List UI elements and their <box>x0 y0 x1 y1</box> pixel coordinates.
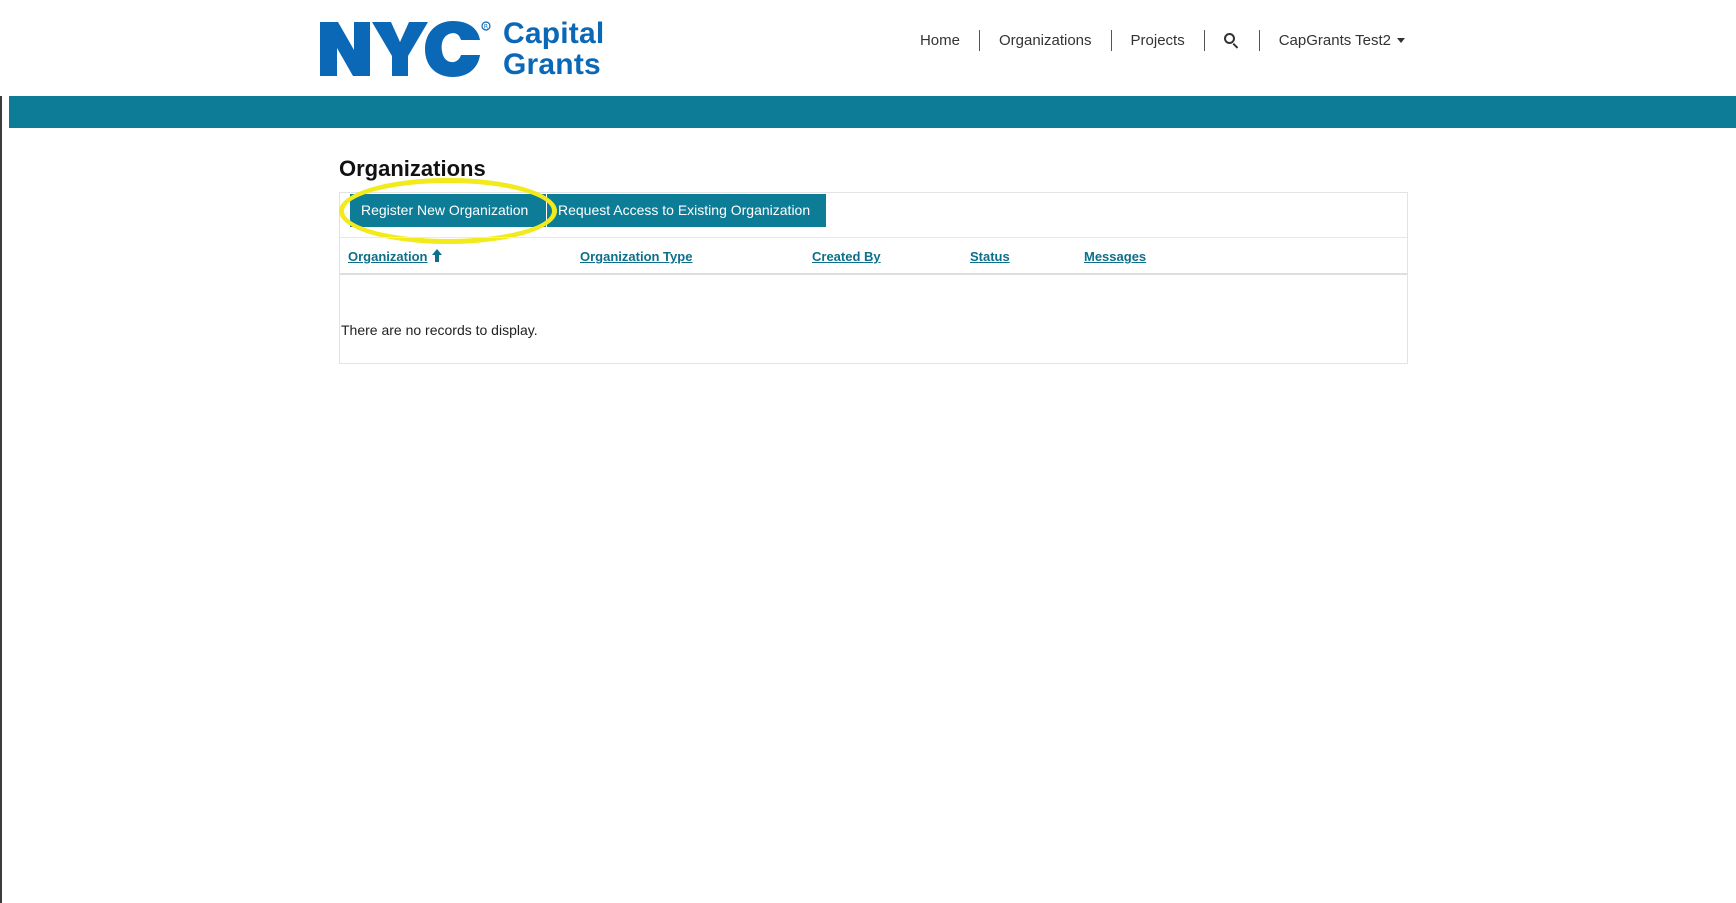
caret-down-icon <box>1397 38 1405 44</box>
register-new-organization-button[interactable]: Register New Organization <box>350 194 546 227</box>
brand-banner <box>9 96 1736 128</box>
page-title: Organizations <box>339 156 486 181</box>
window-frame <box>0 0 1736 903</box>
search-icon <box>1223 32 1240 49</box>
nav-search[interactable] <box>1205 31 1259 49</box>
site-header: R Capital Grants Home Organizations Proj… <box>0 0 1736 96</box>
nav-projects[interactable]: Projects <box>1112 32 1204 49</box>
svg-text:R: R <box>484 24 488 31</box>
main-nav: Home Organizations Projects CapGrants Te… <box>901 27 1424 53</box>
nav-home[interactable]: Home <box>901 32 979 49</box>
user-name: CapGrants Test2 <box>1278 31 1391 49</box>
nav-organizations[interactable]: Organizations <box>980 32 1111 49</box>
logo-line-capital: Capital <box>503 17 605 50</box>
column-header-organization-type[interactable]: Organization Type <box>580 249 692 264</box>
sort-ascending-icon <box>432 249 443 262</box>
request-access-button[interactable]: Request Access to Existing Organization <box>547 194 826 227</box>
user-menu[interactable]: CapGrants Test2 <box>1260 32 1424 49</box>
logo-wordmark: Capital Grants <box>503 18 604 80</box>
column-header-messages[interactable]: Messages <box>1084 249 1146 264</box>
logo-line-grants: Grants <box>503 48 601 81</box>
empty-table-message: There are no records to display. <box>341 322 538 338</box>
table-header: Organization Organization Type Created B… <box>340 237 1407 275</box>
column-header-created-by[interactable]: Created By <box>812 249 881 264</box>
nyc-logo-icon: R <box>320 21 491 77</box>
organizations-panel: Register New Organization Request Access… <box>339 178 1408 364</box>
main-content: Organizations Register New Organization … <box>339 155 1408 364</box>
column-header-status[interactable]: Status <box>970 249 1010 264</box>
action-buttons: Register New Organization Request Access… <box>339 178 826 244</box>
nyc-capital-grants-logo[interactable]: R Capital Grants <box>318 18 604 80</box>
column-header-organization[interactable]: Organization <box>348 249 443 264</box>
